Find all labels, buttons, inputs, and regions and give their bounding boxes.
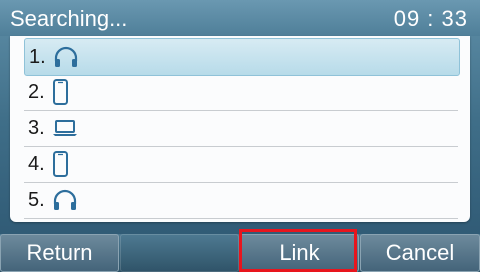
mobile-phone-icon [52,151,70,177]
screen-title: Searching... [10,6,128,31]
item-number: 1. [29,45,46,68]
cancel-button[interactable]: Cancel [360,234,480,272]
list-item-device-5[interactable]: 5. [24,182,458,219]
item-number: 5. [28,188,45,211]
empty-softkey[interactable] [120,234,239,272]
mobile-phone-icon [52,79,70,105]
headset-icon [53,46,79,68]
device-list: 1. 2. 3. 4. 5. [10,36,470,222]
list-item-device-3[interactable]: 3. [24,110,458,147]
headset-icon [52,189,78,211]
item-number: 3. [28,116,45,139]
laptop-icon [52,118,78,138]
item-number: 2. [28,80,45,103]
item-number: 4. [28,152,45,175]
clock: 09 : 33 [393,6,468,31]
return-button[interactable]: Return [0,234,119,272]
softkey-bar: Return Link Cancel [0,234,480,272]
list-item-device-2[interactable]: 2. [24,74,458,111]
list-item-device-4[interactable]: 4. [24,146,458,183]
link-button[interactable]: Link [240,234,359,272]
status-bar: Searching... 09 : 33 [0,0,480,36]
list-item-device-1[interactable]: 1. [24,38,460,76]
